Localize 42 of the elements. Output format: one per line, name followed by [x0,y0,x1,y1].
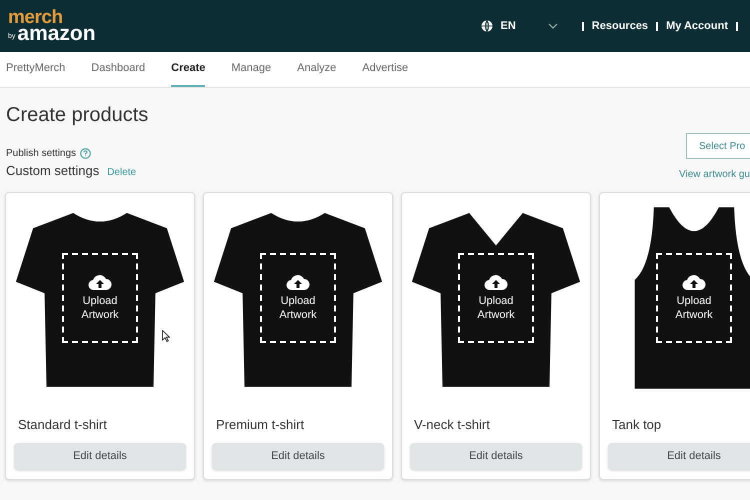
cloud-upload-icon [286,273,310,292]
cloud-upload-icon [682,273,706,292]
nav-tab[interactable]: PrettyMerch [6,52,66,87]
language-selector[interactable]: EN [500,18,516,34]
upload-artwork-area[interactable]: Upload Artwork [62,253,138,343]
page-title: Create products [6,103,148,128]
select-products-button[interactable]: Select Pro [686,133,750,159]
upload-label: Upload Artwork [674,295,714,323]
product-name: V-neck t-shirt [413,416,491,434]
product-name: Standard t-shirt [17,416,108,434]
edit-details-button[interactable]: Edit details [410,442,582,470]
chevron-down-icon[interactable] [548,23,558,29]
edit-details-button[interactable]: Edit details [608,442,750,470]
nav-tab[interactable]: Create [171,52,206,87]
product-name: Tank top [611,416,662,434]
nav-tab[interactable]: Advertise [362,52,408,87]
mouse-cursor-icon [162,330,170,342]
cloud-upload-icon [88,273,112,292]
upload-artwork-area[interactable]: Upload Artwork [656,253,732,343]
globe-icon [480,20,493,32]
nav-tab[interactable]: Manage [231,52,272,87]
product-card[interactable]: Upload Artwork Tank top Edit details [599,192,750,480]
edit-details-button[interactable]: Edit details [14,442,186,470]
header-link[interactable]: My Account [666,18,728,34]
edit-details-button[interactable]: Edit details [212,442,384,470]
upload-artwork-area[interactable]: Upload Artwork [260,253,336,343]
publish-settings-label: Publish settings [6,147,76,161]
product-card[interactable]: Upload Artwork Premium t-shirt Edit details [203,192,393,480]
help-icon[interactable] [80,148,92,159]
cloud-upload-icon [484,273,508,292]
upload-artwork-area[interactable]: Upload Artwork [458,253,534,343]
product-name: Premium t-shirt [215,416,306,434]
nav-tab[interactable]: Dashboard [91,52,146,87]
header-link[interactable]: Resources [592,18,648,34]
upload-label: Upload Artwork [80,295,120,323]
artwork-guide-link[interactable]: View artwork gu [679,167,750,182]
publish-settings-value: Custom settings [6,162,100,180]
product-card[interactable]: Upload Artwork V-neck t-shirt Edit details [401,192,591,480]
upload-label: Upload Artwork [476,295,516,323]
product-card[interactable]: Upload Artwork Standard t-shirt Edit details [5,192,195,480]
nav-tab[interactable]: Analyze [297,52,336,87]
upload-label: Upload Artwork [278,295,318,323]
